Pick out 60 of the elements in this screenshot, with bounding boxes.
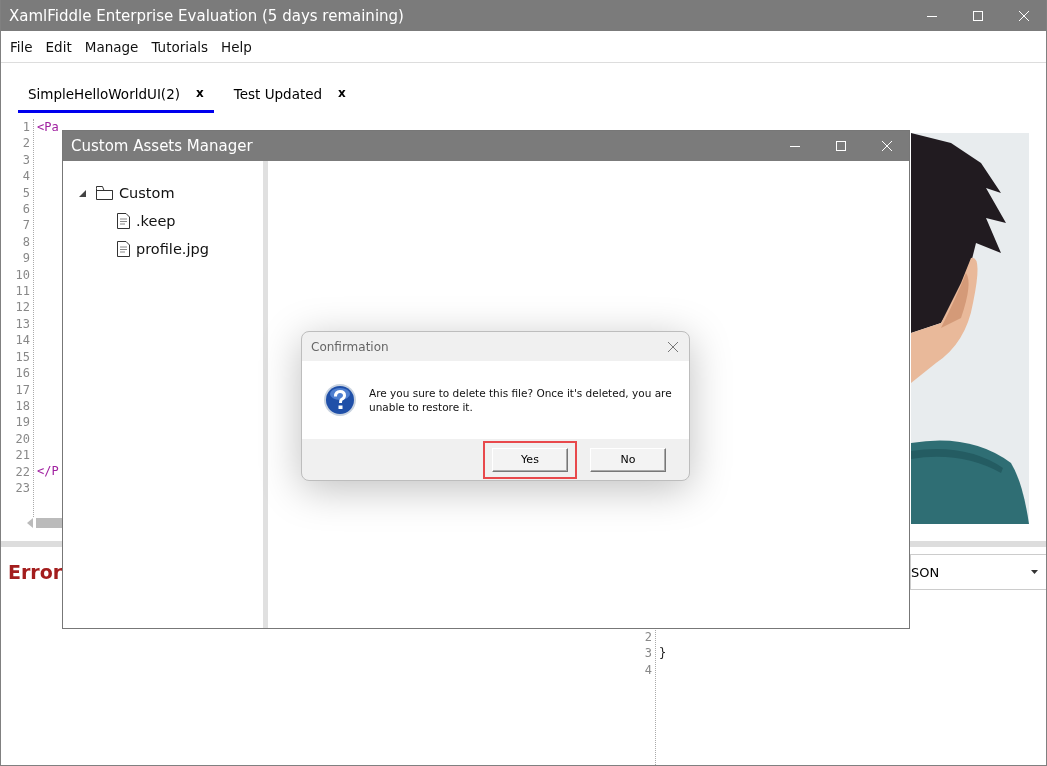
line-number: 3 (643, 645, 652, 662)
close-icon[interactable] (667, 340, 679, 353)
line-number: 6 (21, 201, 30, 218)
line-number: 16 (14, 365, 30, 382)
tab[interactable]: SimpleHelloWorldUI(2) x (18, 86, 214, 113)
line-number: 9 (21, 250, 30, 267)
line-number: 10 (14, 266, 30, 284)
tab[interactable]: Test Updated x (223, 86, 356, 113)
tab-label: SimpleHelloWorldUI(2) (28, 86, 180, 102)
line-number: 7 (21, 217, 30, 234)
code-text: </P (37, 464, 59, 479)
dialog-message: Are you sure to delete this file? Once it's deleted, you are unable to restore it. (369, 386, 673, 414)
document-icon[interactable] (117, 213, 130, 229)
window-title: XamlFiddle Enterprise Evaluation (5 days remaining) (9, 6, 405, 25)
code-text: <Pa (37, 120, 59, 134)
line-number: 8 (21, 233, 30, 251)
line-number: 15 (14, 348, 30, 366)
maximize-icon[interactable] (835, 140, 847, 152)
tree-item[interactable]: Custom (119, 185, 175, 201)
line-number: 23 (14, 479, 30, 497)
tree-item[interactable]: profile.jpg (136, 241, 209, 257)
error-heading: Error (8, 561, 63, 583)
document-icon[interactable] (117, 241, 130, 257)
line-number: 1 (21, 119, 30, 136)
line-number: 20 (14, 430, 30, 448)
tab-label: Test Updated (233, 86, 323, 102)
menu-item[interactable]: Tutorials (151, 38, 209, 55)
dialog-button[interactable]: Yes (492, 447, 568, 472)
code-text: } (659, 646, 667, 661)
menu-item[interactable]: File (10, 38, 33, 55)
line-number: 19 (14, 414, 30, 431)
line-number: 4 (21, 168, 30, 185)
menu-item[interactable]: Edit (45, 38, 72, 55)
line-number: 4 (643, 661, 652, 679)
tab-close-button[interactable]: x (196, 86, 204, 102)
caret-icon[interactable] (1031, 570, 1038, 574)
line-number: 3 (21, 151, 30, 169)
menu-item[interactable]: Help (221, 38, 252, 55)
maximize-icon[interactable] (972, 9, 984, 22)
collapse-triangle-icon[interactable] (79, 189, 86, 197)
line-number: 5 (21, 184, 30, 202)
folder-icon[interactable] (96, 186, 113, 200)
line-number: 18 (14, 397, 30, 415)
question-icon (323, 383, 357, 417)
line-number: 17 (14, 381, 30, 398)
line-number: 14 (14, 332, 30, 349)
line-number: 21 (14, 447, 30, 464)
line-number: 12 (14, 299, 30, 316)
dialog-button[interactable]: No (590, 447, 666, 472)
tree-item[interactable]: .keep (136, 213, 176, 229)
format-dropdown[interactable]: SON (910, 554, 1046, 590)
line-number: 22 (14, 463, 30, 480)
line-number: 11 (14, 283, 30, 300)
window-title: Custom Assets Manager (71, 137, 254, 155)
line-number: 2 (643, 629, 652, 646)
line-number: 13 (14, 315, 30, 333)
line-number: 2 (21, 135, 30, 152)
dialog-title: Confirmation (311, 339, 389, 354)
tab-close-button[interactable]: x (338, 86, 346, 102)
menu-item[interactable]: Manage (84, 38, 139, 55)
